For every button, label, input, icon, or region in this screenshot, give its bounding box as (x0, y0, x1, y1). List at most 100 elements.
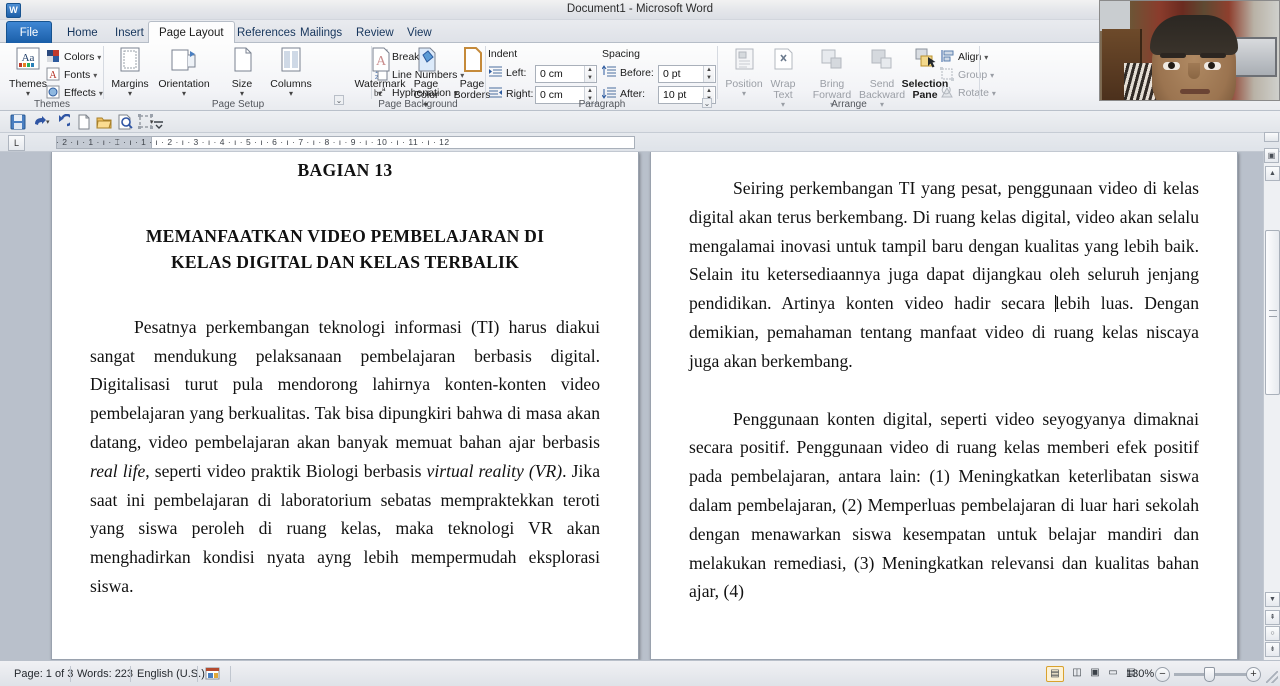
spacing-before-input[interactable]: 0 pt ▲ ▼ (658, 65, 716, 83)
margins-button[interactable]: Margins ▾ (104, 47, 156, 98)
status-divider (197, 666, 198, 682)
webcam-monitor (1231, 37, 1277, 77)
bring-forward-label: Bring Forward (812, 78, 852, 101)
tab-selector-button[interactable]: L (8, 135, 25, 151)
ribbon-group-arrange: Position ▾ Wrap Text ▾ Bring Forward ▾ S… (718, 43, 996, 111)
theme-fonts-button[interactable]: A Fonts ▾ (46, 67, 97, 84)
document-page-left[interactable]: BAGIAN 13 MEMANFAATKAN VIDEO PEMBELAJARA… (51, 152, 639, 660)
document-title: MEMANFAATKAN VIDEO PEMBELAJARAN DI KELAS… (90, 185, 600, 275)
view-ruler-icon[interactable]: ▣ (1264, 148, 1279, 163)
webcam-person-brow-right (1200, 53, 1226, 58)
group-button[interactable]: Group ▾ (940, 67, 994, 84)
italic-real-life: real life (90, 460, 146, 481)
theme-fonts-label: Fonts (64, 69, 91, 81)
new-document-icon[interactable] (76, 114, 92, 130)
indent-left-stepper[interactable]: ▲ ▼ (584, 66, 595, 82)
paragraph-1-part-b: , seperti video praktik Biologi berbasis (145, 460, 427, 481)
page-indicator[interactable]: Page: 1 of 3 (14, 667, 73, 681)
select-browse-object-button[interactable]: ○ (1265, 626, 1280, 641)
redo-icon[interactable] (54, 113, 74, 130)
print-layout-view-button[interactable]: ▤ (1046, 666, 1064, 682)
ribbon-group-themes: Aa Themes ▾ Colors ▾ A Fonts ▾ Effects ▾… (0, 43, 104, 111)
chevron-down-icon[interactable]: ▾ (990, 71, 994, 80)
theme-effects-icon (46, 85, 61, 99)
ruler-ticks: · 2 · ı · 1 · ı · ⌶ · ı · 1 · ı · 2 · ı … (56, 137, 450, 147)
next-page-button[interactable]: ⇟ (1265, 642, 1280, 657)
page-size-button[interactable]: Size ▾ (216, 47, 268, 98)
chevron-down-icon[interactable]: ▾ (93, 71, 97, 80)
watermark-button[interactable]: A Watermark ▾ (354, 47, 406, 98)
spacing-before-stepper[interactable]: ▲ ▼ (703, 66, 714, 82)
print-preview-icon[interactable] (117, 114, 133, 130)
zoom-slider-thumb[interactable] (1204, 667, 1215, 682)
customize-qat-icon[interactable] (150, 114, 166, 130)
watermark-icon: A (364, 47, 396, 77)
split-window-handle[interactable] (1264, 132, 1279, 142)
full-screen-reading-view-button[interactable]: ◫ (1068, 666, 1086, 682)
window-title: Document1 - Microsoft Word (566, 3, 714, 15)
macro-record-icon[interactable] (205, 666, 221, 682)
language-indicator[interactable]: English (U.S.) (137, 667, 205, 681)
page-left-content: BAGIAN 13 MEMANFAATKAN VIDEO PEMBELAJARA… (52, 152, 638, 601)
indent-left-input[interactable]: 0 cm ▲ ▼ (535, 65, 597, 83)
chevron-down-icon[interactable]: ▾ (262, 90, 320, 98)
outline-view-button[interactable]: ▭ (1104, 666, 1122, 682)
columns-icon (275, 47, 307, 77)
word-count[interactable]: Words: 223 (77, 667, 133, 681)
page-borders-icon (456, 47, 488, 77)
webcam-person-pupil-left (1168, 62, 1175, 69)
scroll-down-button[interactable]: ▼ (1265, 592, 1280, 607)
paragraph-3: Penggunaan konten digital, seperti video… (689, 408, 1199, 602)
indent-heading: Indent (488, 48, 518, 60)
status-bar: Page: 1 of 3 Words: 223 English (U.S.) ▤… (0, 660, 1280, 686)
zoom-in-button[interactable]: + (1246, 667, 1261, 682)
webcam-person-nose (1188, 63, 1200, 79)
ribbon-group-arrange-label: Arrange (831, 99, 867, 110)
document-page-right[interactable]: Seiring perkembangan TI yang pesat, peng… (650, 152, 1238, 660)
italic-virtual-reality: virtual reality (VR) (426, 460, 563, 481)
margins-icon (114, 47, 146, 77)
chevron-down-icon[interactable]: ▾ (984, 53, 988, 62)
chapter-heading: BAGIAN 13 (297, 160, 393, 180)
rotate-icon (940, 85, 955, 99)
chevron-down-icon[interactable]: ▾ (150, 90, 218, 98)
chevron-down-icon[interactable]: ▾ (104, 90, 156, 98)
theme-fonts-icon: A (46, 67, 61, 81)
chevron-down-icon[interactable]: ▾ (992, 89, 996, 98)
chevron-down-icon[interactable]: ▾ (216, 90, 268, 98)
send-backward-icon (866, 47, 898, 77)
tab-view[interactable]: View (396, 22, 443, 43)
chevron-down-icon[interactable]: ▾ (354, 90, 406, 98)
scroll-up-button[interactable]: ▲ (1265, 166, 1280, 181)
vertical-scrollbar[interactable]: ▣ ▲ ▼ ⇞ ○ ⇟ (1263, 132, 1280, 660)
paragraph-1-part-c: . Jika saat ini pembelajaran di laborato… (90, 460, 600, 596)
ribbon-group-page-background: A Watermark ▾ Page Color ▾ Page Borders … (350, 43, 490, 111)
zoom-level[interactable]: 130% (1126, 667, 1154, 681)
tab-home[interactable]: Home (56, 22, 109, 43)
zoom-out-button[interactable]: − (1155, 667, 1170, 682)
chevron-down-icon[interactable]: ▾ (97, 53, 101, 62)
orientation-button[interactable]: Orientation ▾ (150, 47, 218, 98)
ribbon-group-page-setup-label: Page Setup (211, 99, 265, 110)
columns-button[interactable]: Columns ▾ (262, 47, 320, 98)
undo-icon[interactable] (31, 114, 47, 130)
tab-mailings[interactable]: Mailings (289, 22, 353, 43)
webcam-overlay[interactable] (1099, 0, 1280, 101)
tab-page-layout[interactable]: Page Layout (148, 21, 235, 43)
theme-colors-icon (46, 49, 61, 63)
tab-file[interactable]: File (6, 21, 52, 43)
document-canvas[interactable]: BAGIAN 13 MEMANFAATKAN VIDEO PEMBELAJARA… (0, 152, 1280, 660)
align-button[interactable]: Align ▾ (940, 49, 988, 66)
web-layout-view-button[interactable]: ▣ (1086, 666, 1104, 682)
save-icon[interactable] (10, 114, 26, 130)
spacing-before-row: Before: (601, 65, 654, 82)
previous-page-button[interactable]: ⇞ (1265, 610, 1280, 625)
scrollbar-thumb[interactable] (1265, 230, 1280, 395)
group-icon (940, 67, 955, 81)
theme-colors-button[interactable]: Colors ▾ (46, 49, 101, 66)
webcam-person-pupil-right (1208, 62, 1215, 69)
spacing-before-label: Before: (620, 67, 654, 79)
open-folder-icon[interactable] (96, 114, 112, 130)
undo-dropdown-icon[interactable]: ▾ (46, 118, 50, 126)
resize-grip[interactable] (1266, 671, 1278, 683)
